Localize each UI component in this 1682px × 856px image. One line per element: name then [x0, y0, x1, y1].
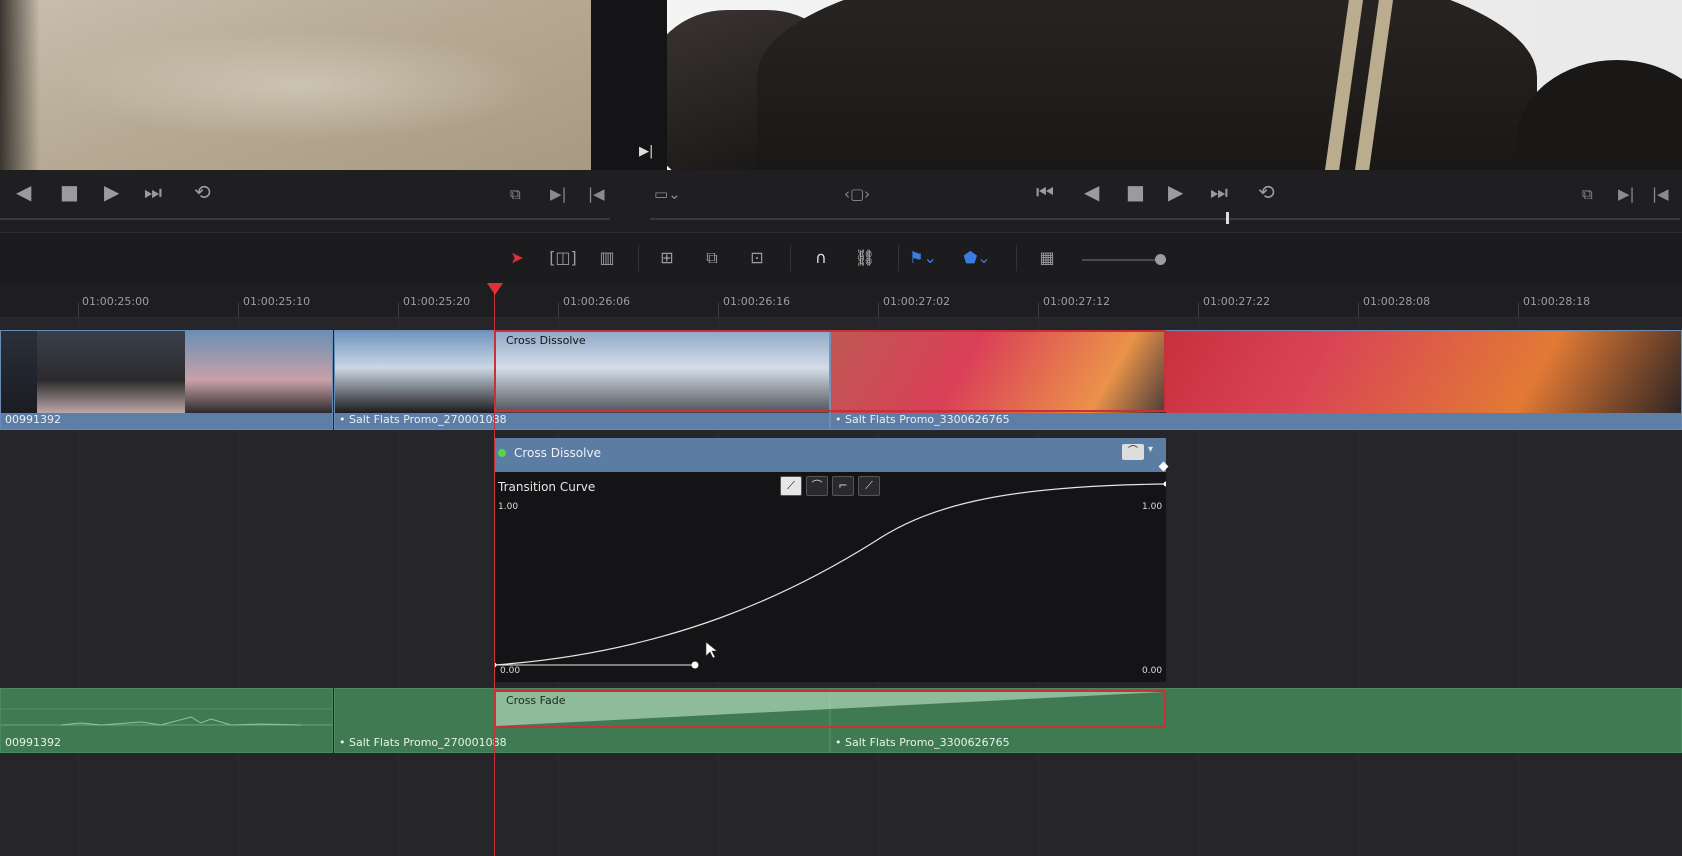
- clip-name: • Salt Flats Promo_270001088: [339, 413, 507, 426]
- transition-curve[interactable]: [494, 472, 1166, 682]
- audio-clip[interactable]: 00991392: [0, 688, 333, 753]
- crossfade-shape: [496, 692, 1164, 726]
- video-clip[interactable]: 00991392: [0, 330, 333, 430]
- selection-tool-icon[interactable]: ➤: [502, 247, 532, 269]
- match-frame-icon[interactable]: ⧉: [1582, 182, 1593, 206]
- viewer-mode-icon[interactable]: ▭⌄: [654, 182, 681, 206]
- transition-label: Cross Dissolve: [506, 334, 586, 347]
- timeline-viewer[interactable]: [667, 0, 1682, 170]
- linked-selection-icon[interactable]: ⛓: [850, 247, 880, 269]
- loop-icon[interactable]: ⟲: [1258, 180, 1275, 204]
- viewer-divider: ▶|: [591, 0, 667, 170]
- overwrite-clip-icon[interactable]: ⧉: [697, 247, 727, 269]
- loop-icon[interactable]: ⟲: [194, 180, 211, 204]
- timecode-label: 01:00:26:06: [563, 295, 631, 308]
- mouse-cursor-icon: [705, 641, 718, 659]
- next-clip-icon[interactable]: ⏭: [144, 180, 162, 204]
- last-frame-icon[interactable]: ⏭: [1210, 180, 1228, 204]
- transition-title: Cross Dissolve: [514, 446, 601, 460]
- chevron-down-icon[interactable]: ▾: [1148, 444, 1153, 455]
- transition-label: Cross Fade: [506, 694, 566, 707]
- play-icon[interactable]: ▶: [1168, 180, 1183, 204]
- stop-icon[interactable]: ■: [60, 180, 79, 204]
- edit-toolbar: ➤ [◫] ▥ ⊞ ⧉ ⊡ ∩ ⛓ ⚑⌄ ⬟⌄ ▦: [0, 232, 1682, 284]
- clip-name: 00991392: [5, 413, 61, 426]
- blade-tool-icon[interactable]: ▥: [592, 247, 622, 269]
- playhead-marker[interactable]: [487, 283, 503, 295]
- transition-inspector-header[interactable]: Cross Dissolve ⌒ ▾: [494, 438, 1169, 472]
- source-transport-bar: ◀ ■ ▶ ⏭ ⟲ ⧉ ▶| |◀: [0, 170, 630, 232]
- curve-toggle-button[interactable]: ⌒: [1122, 444, 1144, 460]
- mark-out-icon[interactable]: |◀: [588, 182, 605, 206]
- insert-clip-icon[interactable]: ⊞: [652, 247, 682, 269]
- timecode-label: 01:00:27:02: [883, 295, 951, 308]
- stop-icon[interactable]: ■: [1126, 180, 1145, 204]
- trim-tool-icon[interactable]: [◫]: [548, 247, 578, 269]
- playhead-line[interactable]: [494, 293, 495, 856]
- timecode-label: 01:00:28:08: [1363, 295, 1431, 308]
- source-frame-image: [0, 0, 591, 170]
- clip-name: • Salt Flats Promo_3300626765: [835, 413, 1010, 426]
- zoom-slider-handle[interactable]: [1155, 254, 1166, 265]
- audio-transition[interactable]: Cross Fade: [494, 690, 1166, 728]
- timecode-label: 01:00:28:18: [1523, 295, 1591, 308]
- timecode-label: 01:00:25:10: [243, 295, 311, 308]
- timecode-label: 01:00:25:20: [403, 295, 471, 308]
- snapping-icon[interactable]: ∩: [806, 247, 836, 269]
- timeline-transport-bar: ▭⌄ ‹▢› ⏮ ◀ ■ ▶ ⏭ ⟲ ⧉ ▶| |◀: [630, 170, 1682, 232]
- timecode-label: 01:00:27:12: [1043, 295, 1111, 308]
- zoom-slider[interactable]: [1082, 259, 1162, 261]
- timeline-scrubber[interactable]: [650, 218, 1680, 220]
- source-scrubber[interactable]: [0, 218, 610, 220]
- marker-icon[interactable]: ⬟⌄: [962, 247, 992, 269]
- timecode-label: 01:00:26:16: [723, 295, 791, 308]
- timecode-ruler[interactable]: 01:00:25:00 01:00:25:10 01:00:25:20 01:0…: [0, 283, 1682, 318]
- clip-fit-icon[interactable]: ‹▢›: [844, 182, 870, 206]
- timecode-label: 01:00:25:00: [82, 295, 150, 308]
- play-icon[interactable]: ▶: [104, 180, 119, 204]
- flag-icon[interactable]: ⚑⌄: [908, 247, 938, 269]
- video-transition[interactable]: Cross Dissolve: [494, 330, 1166, 412]
- mark-in-icon[interactable]: ▶|: [550, 182, 567, 206]
- mark-out-icon[interactable]: |◀: [1652, 182, 1669, 206]
- clip-name: • Salt Flats Promo_270001088: [339, 736, 507, 749]
- transition-curve-panel: Transition Curve ⟋ ⌒ ⌐ ⟋ 1.00 1.00 0.00 …: [494, 472, 1166, 682]
- scrubber-position-marker[interactable]: [1226, 212, 1229, 224]
- clip-name: 00991392: [5, 736, 61, 749]
- go-to-next-icon[interactable]: ▶|: [639, 144, 653, 159]
- first-frame-icon[interactable]: ⏮: [1036, 180, 1054, 204]
- match-frame-icon[interactable]: ⧉: [510, 182, 521, 206]
- audio-waveform: [1, 708, 332, 726]
- curve-handle[interactable]: [691, 661, 699, 669]
- enable-dot[interactable]: [498, 449, 506, 457]
- mark-in-icon[interactable]: ▶|: [1618, 182, 1635, 206]
- timecode-label: 01:00:27:22: [1203, 295, 1271, 308]
- source-viewer[interactable]: [0, 0, 591, 170]
- replace-clip-icon[interactable]: ⊡: [742, 247, 772, 269]
- play-reverse-icon[interactable]: ◀: [16, 180, 31, 204]
- clip-name: • Salt Flats Promo_3300626765: [835, 736, 1010, 749]
- timeline-view-icon[interactable]: ▦: [1032, 247, 1062, 269]
- play-reverse-icon[interactable]: ◀: [1084, 180, 1099, 204]
